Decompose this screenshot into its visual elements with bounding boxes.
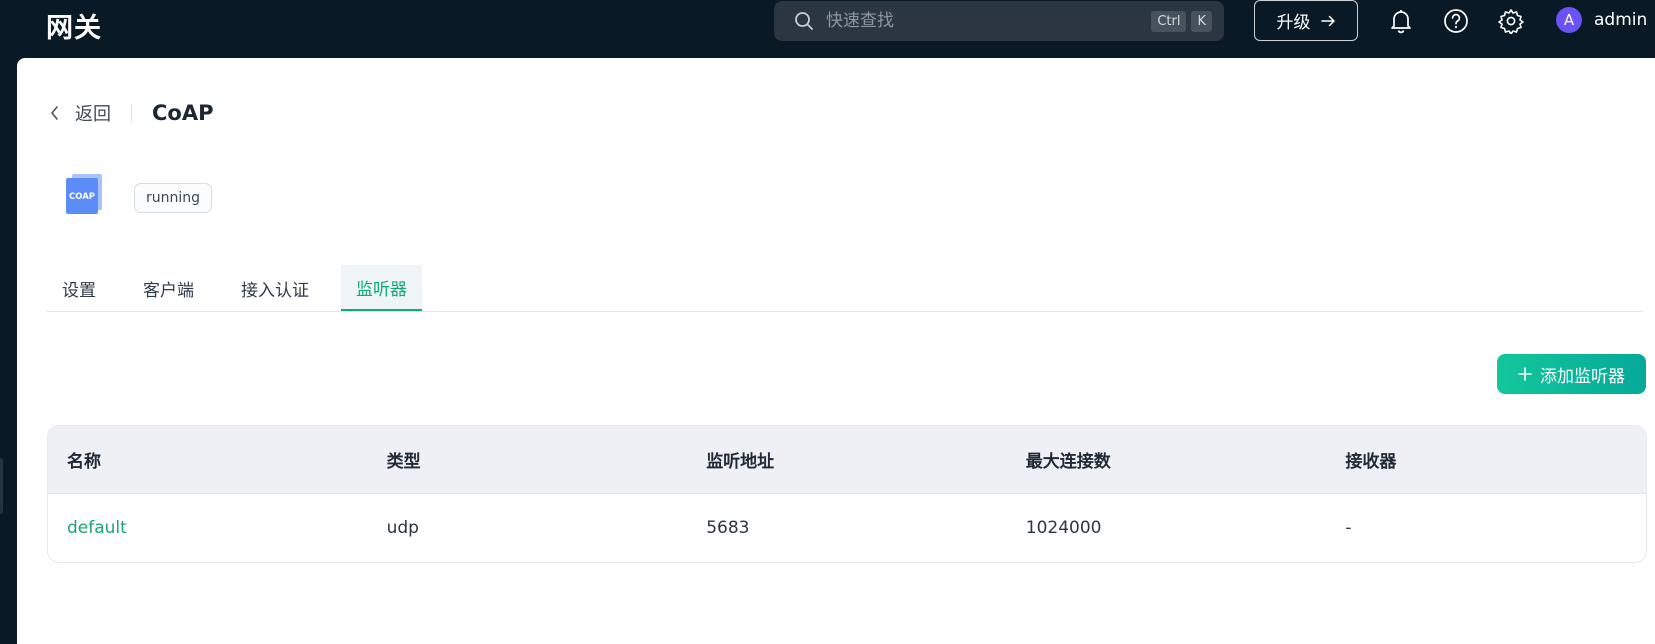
user-menu[interactable]: A admin bbox=[1556, 7, 1647, 33]
protocol-icon-text: COAP bbox=[69, 192, 95, 202]
column-header-max-connections: 最大连接数 bbox=[1025, 452, 1111, 472]
quick-search[interactable]: Ctrl K bbox=[774, 1, 1224, 41]
cell-name: default bbox=[48, 518, 368, 538]
table-header: 名称 类型 监听地址 最大连接数 接收器 bbox=[48, 426, 1646, 494]
cell-address: 5683 bbox=[706, 518, 750, 538]
username: admin bbox=[1594, 10, 1648, 30]
search-input[interactable] bbox=[826, 11, 1147, 31]
back-label: 返回 bbox=[75, 104, 111, 125]
status-badge: running bbox=[134, 183, 213, 213]
plus-icon bbox=[1518, 367, 1532, 381]
cell-max-connections: 1024000 bbox=[1025, 518, 1102, 538]
content-panel: 返回 CoAP COAP running 设置 客户端 接入认证 监听器 添加监… bbox=[17, 58, 1655, 644]
back-button[interactable]: 返回 bbox=[49, 100, 111, 126]
column-header-name: 名称 bbox=[67, 452, 101, 472]
page-title: CoAP bbox=[152, 101, 214, 125]
shortcut-key-k: K bbox=[1191, 10, 1212, 32]
arrow-right-icon bbox=[1320, 15, 1335, 26]
bell-icon[interactable] bbox=[1388, 8, 1414, 34]
tab-bar: 设置 客户端 接入认证 监听器 bbox=[47, 265, 1643, 312]
header-divider bbox=[131, 104, 132, 122]
cell-type: udp bbox=[386, 518, 419, 538]
column-header-type: 类型 bbox=[386, 452, 421, 472]
avatar: A bbox=[1556, 7, 1582, 33]
app-brand[interactable]: 网关 bbox=[46, 6, 102, 45]
column-header-address: 监听地址 bbox=[706, 452, 775, 472]
tab-settings[interactable]: 设置 bbox=[47, 265, 111, 311]
chevron-left-icon bbox=[51, 106, 58, 120]
page-header: 返回 CoAP bbox=[49, 98, 213, 128]
search-icon bbox=[795, 12, 813, 30]
add-listener-label: 添加监听器 bbox=[1540, 366, 1625, 387]
tab-clients[interactable]: 客户端 bbox=[128, 265, 209, 311]
add-listener-button[interactable]: 添加监听器 bbox=[1497, 354, 1646, 394]
coap-protocol-icon: COAP bbox=[66, 174, 104, 214]
upgrade-label: 升级 bbox=[1276, 13, 1311, 33]
top-bar: 网关 Ctrl K 升级 A bbox=[0, 0, 1655, 58]
gear-icon[interactable] bbox=[1498, 8, 1524, 34]
tab-listeners[interactable]: 监听器 bbox=[341, 265, 422, 311]
column-header-acceptors: 接收器 bbox=[1345, 452, 1397, 472]
listeners-table: 名称 类型 监听地址 最大连接数 接收器 default udp 5683 10… bbox=[47, 425, 1647, 563]
sidebar-collapse-handle[interactable] bbox=[0, 458, 3, 514]
cell-acceptors: - bbox=[1345, 518, 1352, 538]
listener-name-link[interactable]: default bbox=[67, 518, 127, 538]
help-icon[interactable] bbox=[1443, 8, 1469, 34]
tab-authentication[interactable]: 接入认证 bbox=[226, 265, 324, 311]
shortcut-key-ctrl: Ctrl bbox=[1151, 10, 1187, 32]
table-row: default udp 5683 1024000 - bbox=[48, 494, 1646, 562]
upgrade-button[interactable]: 升级 bbox=[1254, 0, 1358, 41]
